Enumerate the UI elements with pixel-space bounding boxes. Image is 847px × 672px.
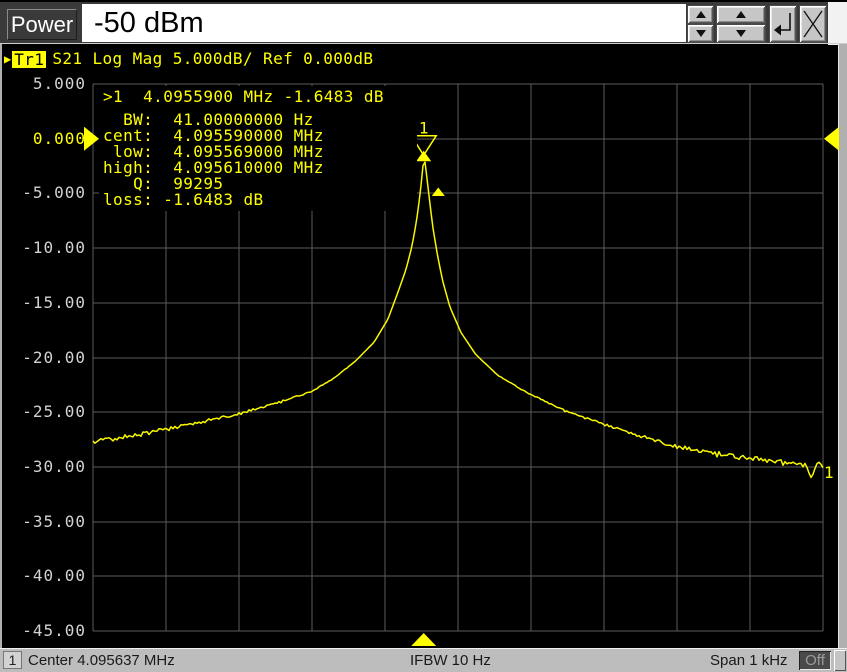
active-trace-arrow-icon: ▶ <box>4 52 12 66</box>
y-axis-label: -10.00 <box>22 238 86 257</box>
y-axis-label: -5.000 <box>22 183 86 202</box>
ifbw-readout: IFBW 10 Hz <box>410 652 491 669</box>
span-readout: Span 1 kHz <box>710 652 788 669</box>
loss-row: loss: -1.6483 dB <box>103 190 264 209</box>
marker-readout-panel: >1 4.0955900 MHz -1.6483 dB BW: 41.00000… <box>99 86 417 211</box>
trace-settings-text: S21 Log Mag 5.000dB/ Ref 0.000dB <box>52 49 374 68</box>
y-axis-label: -15.00 <box>22 293 86 312</box>
y-axis-label: -25.00 <box>22 402 86 421</box>
y-axis-label: -30.00 <box>22 457 86 476</box>
resize-grip <box>834 650 846 671</box>
marker1-readout: >1 4.0955900 MHz -1.6483 dB <box>103 87 384 106</box>
channel-number-box[interactable]: 1 <box>3 651 22 669</box>
y-axis-label: -40.00 <box>22 566 86 585</box>
svg-text:1: 1 <box>824 463 834 482</box>
y-axis-label: -35.00 <box>22 512 86 531</box>
trace-header: ▶ Tr1 S21 Log Mag 5.000dB/ Ref 0.000dB <box>4 50 373 68</box>
y-axis-label: -45.00 <box>22 621 86 640</box>
off-indicator: Off <box>799 651 831 670</box>
svg-text:1: 1 <box>419 119 429 138</box>
y-axis-label: 5.000 <box>32 74 86 93</box>
status-bar: 1 Center 4.095637 MHz IFBW 10 Hz Span 1 … <box>0 648 847 672</box>
y-axis-label: 0.000 <box>32 129 86 148</box>
center-frequency-readout: Center 4.095637 MHz <box>28 652 175 669</box>
trace-id-badge[interactable]: Tr1 <box>12 50 47 68</box>
y-axis-label: -20.00 <box>22 348 86 367</box>
